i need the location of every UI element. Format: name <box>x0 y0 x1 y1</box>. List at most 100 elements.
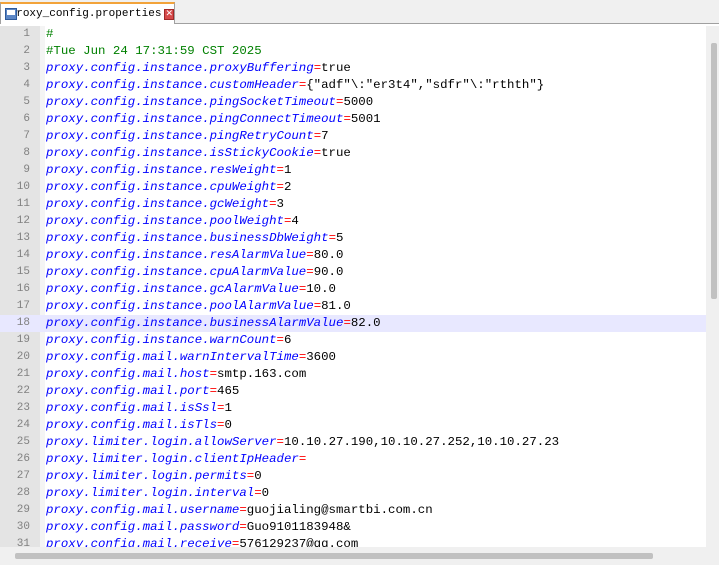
property-key: proxy.config.mail.warnIntervalTime <box>46 350 299 364</box>
line-content: proxy.config.instance.cpuAlarmValue=90.0 <box>46 264 343 281</box>
line-content: proxy.config.instance.resAlarmValue=80.0 <box>46 247 343 264</box>
assignment-operator: = <box>239 503 247 517</box>
code-line[interactable]: 17 proxy.config.instance.poolAlarmValue=8… <box>0 298 706 315</box>
line-content: proxy.config.mail.port=465 <box>46 383 239 400</box>
assignment-operator: = <box>313 61 322 75</box>
property-key: proxy.limiter.login.interval <box>46 486 255 500</box>
property-value: 5 <box>336 231 344 245</box>
vertical-scrollbar-thumb[interactable] <box>711 43 717 299</box>
line-number: 1 <box>23 28 30 40</box>
close-icon[interactable]: ✕ <box>164 8 174 20</box>
line-content: proxy.config.mail.password=Guo9101183948… <box>46 519 351 536</box>
code-line[interactable]: 11 proxy.config.instance.gcWeight=3 <box>0 196 706 213</box>
property-key: proxy.config.mail.host <box>46 367 210 381</box>
tab-proxy-config[interactable]: proxy_config.properties ✕ <box>0 2 175 24</box>
line-content: proxy.limiter.login.allowServer=10.10.27… <box>46 434 559 451</box>
line-content: proxy.config.instance.businessAlarmValue… <box>46 315 381 332</box>
line-number: 30 <box>16 521 30 533</box>
line-content: proxy.config.instance.pingConnectTimeout… <box>46 111 381 128</box>
code-line[interactable]: 6 proxy.config.instance.pingConnectTimeou… <box>0 111 706 128</box>
code-line[interactable]: 10 proxy.config.instance.cpuWeight=2 <box>0 179 706 196</box>
line-number: 5 <box>23 96 30 108</box>
code-line[interactable]: 3 proxy.config.instance.proxyBuffering=tr… <box>0 60 706 77</box>
property-key: proxy.config.instance.pingConnectTimeout <box>46 112 344 126</box>
line-number: 16 <box>16 283 30 295</box>
scrollbar-corner <box>706 547 719 565</box>
code-line[interactable]: 5 proxy.config.instance.pingSocketTimeout… <box>0 94 706 111</box>
comment-text: #Tue Jun 24 17:31:59 CST 2025 <box>46 44 262 58</box>
line-number: 27 <box>16 470 30 482</box>
line-content: # <box>46 26 53 43</box>
property-key: proxy.limiter.login.allowServer <box>46 435 277 449</box>
code-line[interactable]: 20 proxy.config.mail.warnIntervalTime=360… <box>0 349 706 366</box>
code-line[interactable]: 4 proxy.config.instance.customHeader={"ad… <box>0 77 706 94</box>
assignment-operator: = <box>239 520 247 534</box>
line-content: proxy.limiter.login.interval=0 <box>46 485 269 502</box>
assignment-operator: = <box>298 452 307 466</box>
code-line[interactable]: 29 proxy.config.mail.username=guojialing@… <box>0 502 706 519</box>
property-value: 3 <box>276 197 284 211</box>
code-line[interactable]: 14 proxy.config.instance.resAlarmValue=80… <box>0 247 706 264</box>
assignment-operator: = <box>313 129 322 143</box>
line-content: proxy.limiter.login.permits=0 <box>46 468 262 485</box>
property-value: 5000 <box>343 95 374 109</box>
property-value: 0 <box>254 469 262 483</box>
property-key: proxy.config.mail.password <box>46 520 240 534</box>
code-line[interactable]: 16 proxy.config.instance.gcAlarmValue=10.… <box>0 281 706 298</box>
code-line[interactable]: 12 proxy.config.instance.poolWeight=4 <box>0 213 706 230</box>
horizontal-scrollbar-thumb[interactable] <box>15 553 653 559</box>
assignment-operator: = <box>209 367 218 381</box>
code-line[interactable]: 30 proxy.config.mail.password=Guo91011839… <box>0 519 706 536</box>
property-value: smtp.163.com <box>217 367 307 381</box>
code-line[interactable]: 7 proxy.config.instance.pingRetryCount=7 <box>0 128 706 145</box>
line-content: proxy.config.instance.gcAlarmValue=10.0 <box>46 281 336 298</box>
assignment-operator: = <box>343 316 351 330</box>
line-content: proxy.config.instance.pingRetryCount=7 <box>46 128 329 145</box>
line-content: proxy.config.mail.isSsl=1 <box>46 400 232 417</box>
code-line[interactable]: 23 proxy.config.mail.isSsl=1 <box>0 400 706 417</box>
property-value: 80.0 <box>313 248 344 262</box>
code-line[interactable]: 18 proxy.config.instance.businessAlarmVal… <box>0 315 706 332</box>
property-key: proxy.config.instance.businessAlarmValue <box>46 316 344 330</box>
code-line[interactable]: 28 proxy.limiter.login.interval=0 <box>0 485 706 502</box>
code-lines[interactable]: 1 #2 #Tue Jun 24 17:31:59 CST 2025 3 proxy.c… <box>0 26 706 553</box>
property-value: 5001 <box>350 112 381 126</box>
code-line[interactable]: 15 proxy.config.instance.cpuAlarmValue=90… <box>0 264 706 281</box>
property-value: 1 <box>283 163 292 177</box>
property-value: 0 <box>261 486 270 500</box>
editor[interactable]: 1 #2 #Tue Jun 24 17:31:59 CST 2025 3 proxy.c… <box>0 26 719 565</box>
code-line[interactable]: 27 proxy.limiter.login.permits=0 <box>0 468 706 485</box>
line-number: 14 <box>16 249 30 261</box>
code-line[interactable]: 19 proxy.config.instance.warnCount=6 <box>0 332 706 349</box>
code-line[interactable]: 2 #Tue Jun 24 17:31:59 CST 2025 <box>0 43 706 60</box>
code-line[interactable]: 1 # <box>0 26 706 43</box>
code-line[interactable]: 25 proxy.limiter.login.allowServer=10.10.… <box>0 434 706 451</box>
line-number: 12 <box>16 215 30 227</box>
assignment-operator: = <box>276 333 284 347</box>
assignment-operator: = <box>254 486 262 500</box>
line-content: #Tue Jun 24 17:31:59 CST 2025 <box>46 43 262 60</box>
line-number: 26 <box>16 453 30 465</box>
code-line[interactable]: 24 proxy.config.mail.isTls=0 <box>0 417 706 434</box>
code-line[interactable]: 22 proxy.config.mail.port=465 <box>0 383 706 400</box>
line-number: 13 <box>16 232 30 244</box>
line-number: 17 <box>16 300 30 312</box>
line-number: 10 <box>16 181 30 193</box>
line-content: proxy.config.instance.pingSocketTimeout=… <box>46 94 373 111</box>
line-content: proxy.config.instance.businessDbWeight=5 <box>46 230 343 247</box>
line-content: proxy.limiter.login.clientIpHeader= <box>46 451 306 468</box>
code-line[interactable]: 8 proxy.config.instance.isStickyCookie=tr… <box>0 145 706 162</box>
code-line[interactable]: 21 proxy.config.mail.host=smtp.163.com <box>0 366 706 383</box>
line-number: 19 <box>16 334 30 346</box>
property-key: proxy.config.instance.businessDbWeight <box>46 231 329 245</box>
tab-label: proxy_config.properties <box>9 8 162 20</box>
code-line[interactable]: 13 proxy.config.instance.businessDbWeight… <box>0 230 706 247</box>
assignment-operator: = <box>313 299 322 313</box>
property-key: proxy.config.instance.poolAlarmValue <box>46 299 314 313</box>
property-value: guojialing@smartbi.com.cn <box>246 503 433 517</box>
property-key: proxy.config.instance.gcAlarmValue <box>46 282 299 296</box>
property-value: 465 <box>217 384 240 398</box>
code-line[interactable]: 26 proxy.limiter.login.clientIpHeader= <box>0 451 706 468</box>
property-key: proxy.config.instance.cpuWeight <box>46 180 277 194</box>
code-line[interactable]: 9 proxy.config.instance.resWeight=1 <box>0 162 706 179</box>
